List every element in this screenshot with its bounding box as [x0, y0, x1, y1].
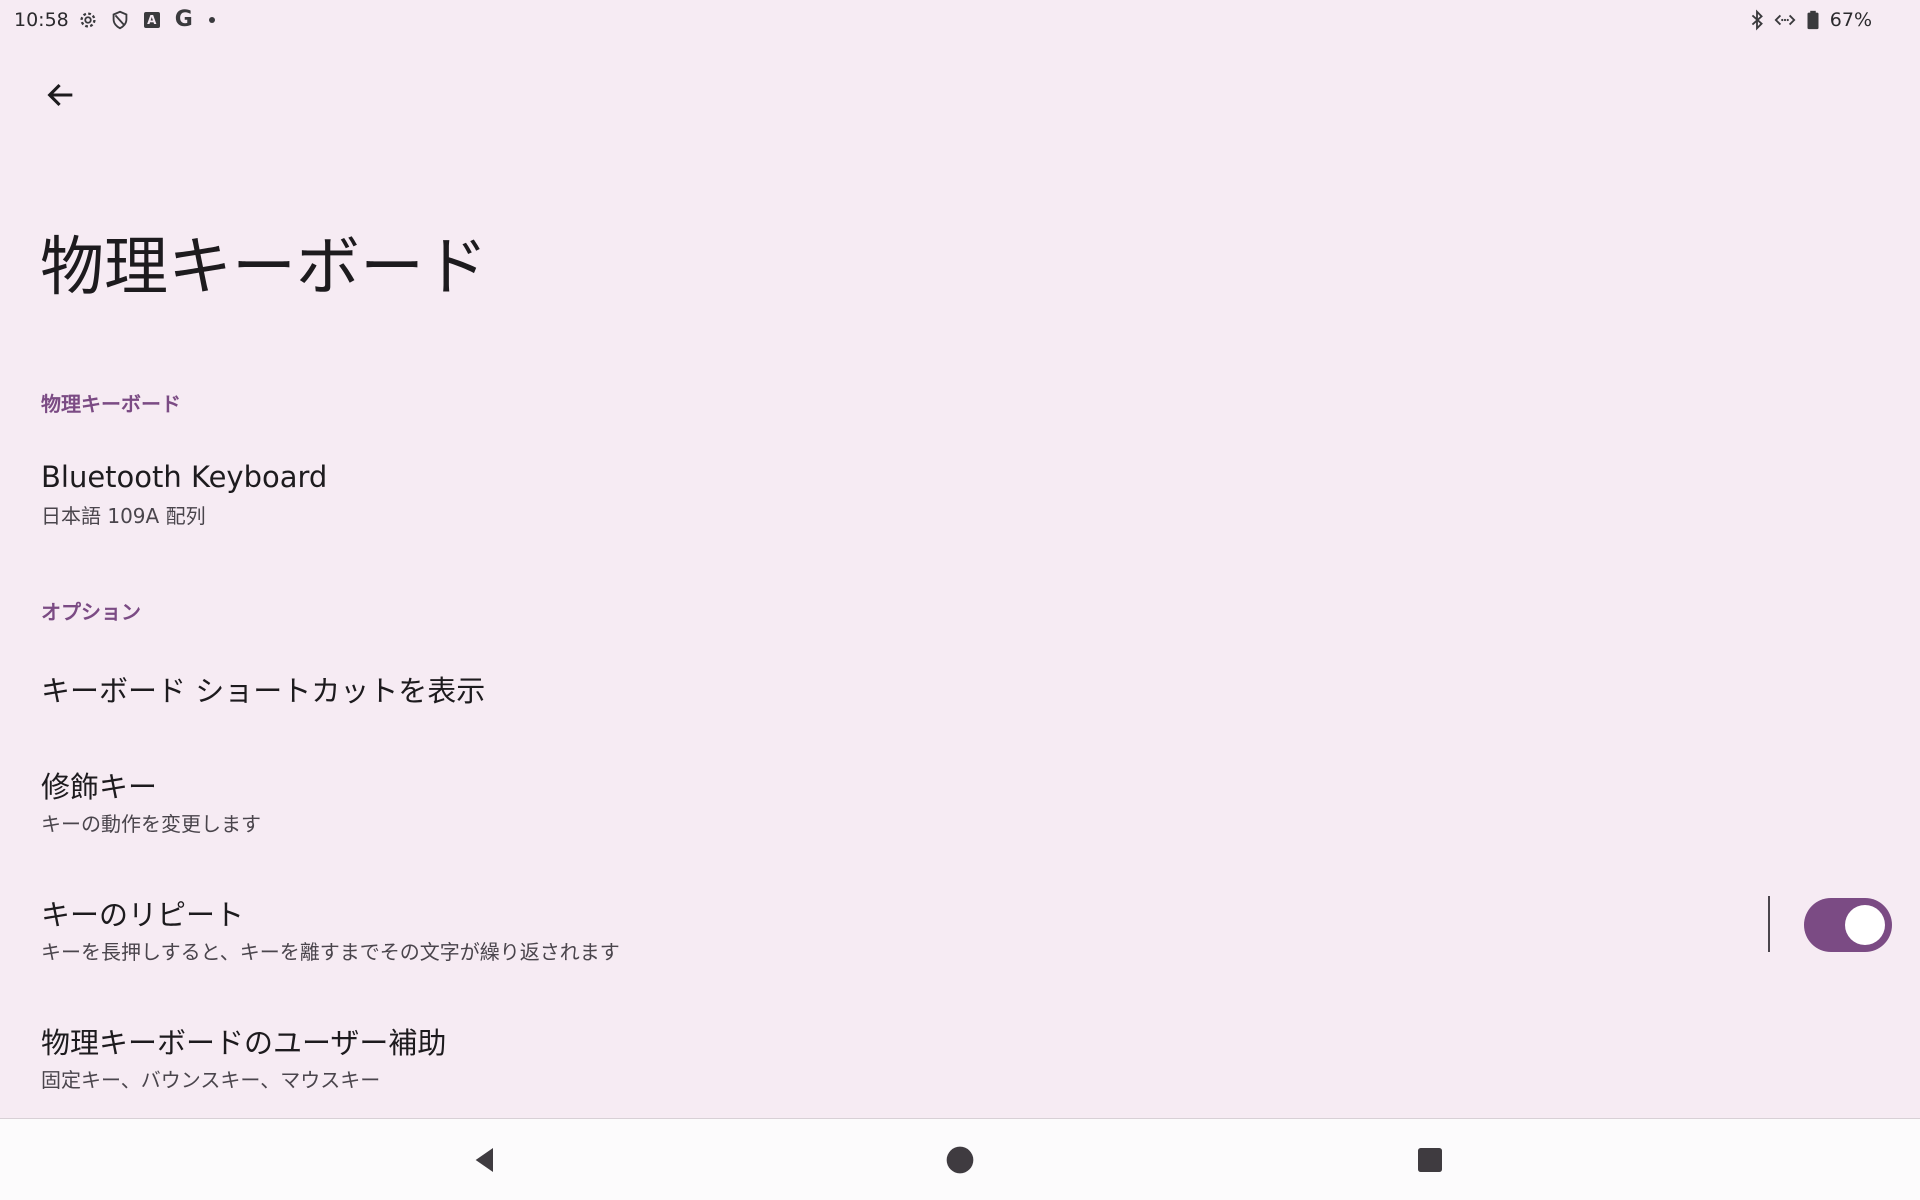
- nav-back-button[interactable]: [454, 1129, 516, 1191]
- pref-summary: 日本語 109A 配列: [41, 504, 206, 528]
- battery-percent: 67%: [1829, 9, 1872, 31]
- triangle-back-icon: [475, 1148, 493, 1172]
- pref-accessibility[interactable]: 物理キーボードのユーザー補助 固定キー、バウンスキー、マウスキー: [0, 1006, 1920, 1102]
- status-right: 67%: [1746, 8, 1872, 32]
- key-repeat-toggle[interactable]: [1804, 898, 1892, 952]
- battery-icon: [1802, 9, 1824, 31]
- status-time: 10:58: [14, 9, 69, 31]
- back-button[interactable]: [36, 70, 86, 120]
- data-transfer-icon: [1774, 9, 1796, 31]
- toggle-divider: [1768, 896, 1770, 952]
- pref-title: キーボード ショートカットを表示: [41, 674, 486, 708]
- a-letter-glyph: A: [143, 12, 160, 28]
- shield-icon: [109, 9, 131, 31]
- section-header-physical-keyboard: 物理キーボード: [41, 392, 181, 416]
- navigation-bar: [0, 1118, 1920, 1200]
- pref-key-repeat[interactable]: キーのリピート キーを長押しすると、キーを離すまでその文字が繰り返されます: [0, 878, 1920, 974]
- pref-modifier-keys[interactable]: 修飾キー キーの動作を変更します: [0, 750, 1920, 846]
- dot-icon: [208, 17, 215, 23]
- arrow-back-icon: [47, 83, 73, 107]
- square-recents-icon: [1418, 1148, 1442, 1172]
- a-letter-icon: A: [141, 9, 163, 31]
- g-letter-glyph: G: [174, 7, 193, 32]
- pref-title: キーのリピート: [41, 898, 245, 932]
- section-header-options: オプション: [41, 600, 141, 624]
- nav-home-button[interactable]: [929, 1129, 991, 1191]
- status-left: 10:58 A G: [14, 8, 215, 32]
- pref-summary: キーの動作を変更します: [41, 812, 261, 836]
- settings-gear-icon: [77, 9, 99, 31]
- settings-screen: 10:58 A G 67% 物理キーボード 物理キーボード Bluetooth …: [0, 0, 1920, 1200]
- nav-recents-button[interactable]: [1399, 1129, 1461, 1191]
- pref-keyboard-shortcuts[interactable]: キーボード ショートカットを表示: [0, 650, 1920, 726]
- google-g-icon: G: [173, 9, 195, 31]
- bluetooth-icon: [1746, 9, 1768, 31]
- page-title: 物理キーボード: [40, 231, 488, 305]
- toggle-knob: [1845, 905, 1885, 945]
- pref-bluetooth-keyboard[interactable]: Bluetooth Keyboard 日本語 109A 配列: [0, 448, 1920, 544]
- status-bar: 10:58 A G 67%: [0, 0, 1920, 40]
- pref-title: 修飾キー: [41, 770, 158, 804]
- pref-summary: キーを長押しすると、キーを離すまでその文字が繰り返されます: [41, 940, 620, 964]
- circle-home-icon: [946, 1146, 974, 1174]
- pref-summary: 固定キー、バウンスキー、マウスキー: [41, 1068, 381, 1092]
- pref-title: 物理キーボードのユーザー補助: [41, 1026, 447, 1060]
- pref-title: Bluetooth Keyboard: [41, 460, 328, 494]
